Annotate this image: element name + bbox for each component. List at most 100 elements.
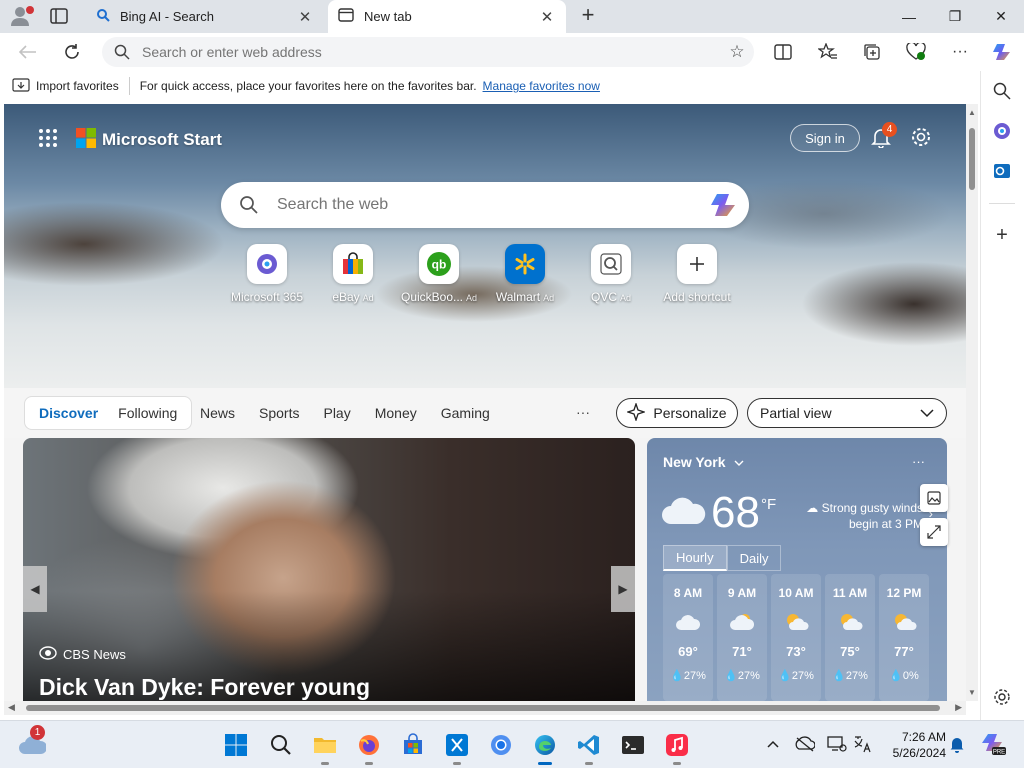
weather-alert[interactable]: ☁ Strong gusty winds begin at 3 PM (793, 500, 923, 532)
top-story-card[interactable]: ◀ ▶ CBS News Dick Van Dyke: Forever youn… (23, 438, 635, 701)
window-controls: — ❐ ✕ (886, 0, 1024, 33)
system-clock[interactable]: 7:26 AM 5/26/2024 (880, 729, 946, 761)
copilot-icon[interactable] (990, 41, 1014, 63)
expand-icon[interactable] (920, 518, 948, 546)
language-ime-icon[interactable] (852, 733, 874, 755)
tab-news[interactable]: News (200, 405, 235, 421)
temperature-unit: °F (761, 496, 777, 513)
scroll-right-arrow-icon[interactable]: ▶ (955, 702, 962, 713)
tab-new-tab[interactable]: New tab ✕ (328, 0, 566, 33)
tab-money[interactable]: Money (375, 405, 417, 421)
back-arrow-icon[interactable] (16, 41, 40, 63)
sidebar-outlook-icon[interactable] (990, 159, 1014, 183)
taskbar-search-icon[interactable] (267, 731, 295, 759)
browser-essentials-icon[interactable] (904, 41, 928, 63)
view-mode-select[interactable]: Partial view (747, 398, 947, 428)
tab-discover[interactable]: Discover (29, 405, 108, 421)
favorite-star-icon[interactable]: ☆ (720, 42, 754, 62)
copilot-search-icon[interactable] (697, 190, 749, 220)
notification-bell-icon[interactable] (946, 733, 968, 755)
partly-sunny-icon (837, 612, 863, 634)
show-hidden-icons-chevron-icon[interactable] (762, 733, 784, 755)
microsoft-start-logo[interactable]: Microsoft Start (76, 128, 222, 151)
close-window-icon[interactable]: ✕ (978, 0, 1024, 33)
web-search-input[interactable] (277, 196, 697, 214)
shortcut-qvc[interactable]: QVC Ad (578, 244, 644, 304)
manage-favorites-link[interactable]: Manage favorites now (483, 79, 600, 93)
display-icon[interactable] (826, 733, 848, 755)
tab-play[interactable]: Play (323, 405, 350, 421)
refresh-icon[interactable] (60, 41, 84, 63)
new-tab-plus-icon[interactable]: + (576, 4, 600, 28)
close-tab-icon[interactable]: ✕ (538, 8, 556, 26)
hour-forecast-item[interactable]: 10 AM 73° 💧27% (771, 574, 821, 701)
scroll-down-arrow-icon[interactable]: ▼ (967, 688, 977, 697)
hour-forecast-item[interactable]: 11 AM 75° 💧27% (825, 574, 875, 701)
hour-temp: 73° (786, 644, 806, 659)
sidebar-search-icon[interactable] (990, 79, 1014, 103)
microsoft-store-icon[interactable] (399, 731, 427, 759)
shortcut-quickbooks[interactable]: qb QuickBoo... Ad (401, 244, 477, 304)
hour-forecast-item[interactable]: 12 PM 77° 💧0% (879, 574, 929, 701)
more-menu-icon[interactable]: ··· (948, 41, 972, 63)
snipping-tool-icon[interactable] (443, 731, 471, 765)
edge-icon[interactable] (531, 731, 559, 765)
sidebar-copilot-m365-icon[interactable] (990, 119, 1014, 143)
shortcut-add[interactable]: Add shortcut (663, 244, 731, 304)
hour-forecast-item[interactable]: 9 AM 71° 💧27% (717, 574, 767, 701)
app-launcher-icon[interactable] (38, 128, 58, 148)
tab-sports[interactable]: Sports (259, 405, 299, 421)
sign-in-button[interactable]: Sign in (790, 124, 860, 152)
story-headline[interactable]: Dick Van Dyke: Forever young (39, 674, 370, 701)
profile-icon[interactable] (8, 5, 36, 27)
notifications-bell-icon[interactable]: 4 (870, 122, 897, 149)
weather-card[interactable]: New York ··· 68 °F ☁ Strong gusty winds … (647, 438, 947, 701)
horizontal-scrollbar[interactable]: ◀ ▶ (4, 701, 966, 715)
page-settings-gear-icon[interactable] (910, 126, 932, 148)
vertical-scrollbar[interactable]: ▲ ▼ (966, 104, 978, 701)
import-favorites-button[interactable]: Import favorites (12, 77, 119, 95)
tab-following[interactable]: Following (108, 405, 187, 421)
minimize-icon[interactable]: — (886, 0, 932, 33)
address-bar[interactable]: ☆ (102, 37, 754, 67)
tab-bing-ai-search[interactable]: Bing AI - Search ✕ (86, 0, 324, 33)
apple-music-icon[interactable] (663, 731, 691, 765)
tab-hourly[interactable]: Hourly (663, 545, 727, 571)
start-windows-icon[interactable] (222, 731, 250, 759)
web-search-box[interactable] (221, 182, 749, 228)
address-input[interactable] (142, 44, 720, 60)
close-tab-icon[interactable]: ✕ (296, 8, 314, 26)
hour-forecast-item[interactable]: 8 AM 69° 💧27% (663, 574, 713, 701)
file-explorer-icon[interactable] (311, 731, 339, 765)
network-offline-icon[interactable] (794, 733, 816, 755)
collections-icon[interactable] (860, 41, 884, 63)
weather-location-selector[interactable]: New York (663, 454, 744, 470)
tab-actions-icon[interactable] (48, 6, 70, 26)
personalize-button[interactable]: Personalize (616, 398, 738, 428)
image-mode-icon[interactable] (920, 484, 948, 512)
copilot-preview-icon[interactable]: PRE (980, 733, 1006, 755)
vscode-icon[interactable] (575, 731, 603, 765)
firefox-icon[interactable] (355, 731, 383, 765)
weather-more-icon[interactable]: ··· (912, 454, 925, 469)
carousel-prev-arrow-icon[interactable]: ◀ (23, 566, 47, 612)
more-categories-icon[interactable]: ··· (576, 404, 590, 420)
split-screen-icon[interactable] (771, 41, 795, 63)
tab-daily[interactable]: Daily (726, 545, 782, 571)
restore-icon[interactable]: ❐ (932, 0, 978, 33)
chrome-icon[interactable] (487, 731, 515, 759)
vertical-scroll-thumb[interactable] (969, 128, 975, 190)
terminal-icon[interactable] (619, 731, 647, 759)
scroll-left-arrow-icon[interactable]: ◀ (8, 702, 15, 713)
weather-widget-icon[interactable]: 1 (18, 725, 46, 759)
shortcut-ebay[interactable]: eBay Ad (320, 244, 386, 304)
shortcut-microsoft-365[interactable]: Microsoft 365 (231, 244, 303, 304)
sidebar-add-icon[interactable]: + (990, 223, 1014, 247)
carousel-next-arrow-icon[interactable]: ▶ (611, 566, 635, 612)
tab-gaming[interactable]: Gaming (441, 405, 490, 421)
sidebar-settings-icon[interactable] (990, 685, 1014, 709)
favorites-icon[interactable] (816, 41, 840, 63)
shortcut-walmart[interactable]: Walmart Ad (492, 244, 558, 304)
horizontal-scroll-thumb[interactable] (26, 705, 940, 711)
scroll-up-arrow-icon[interactable]: ▲ (967, 108, 977, 117)
